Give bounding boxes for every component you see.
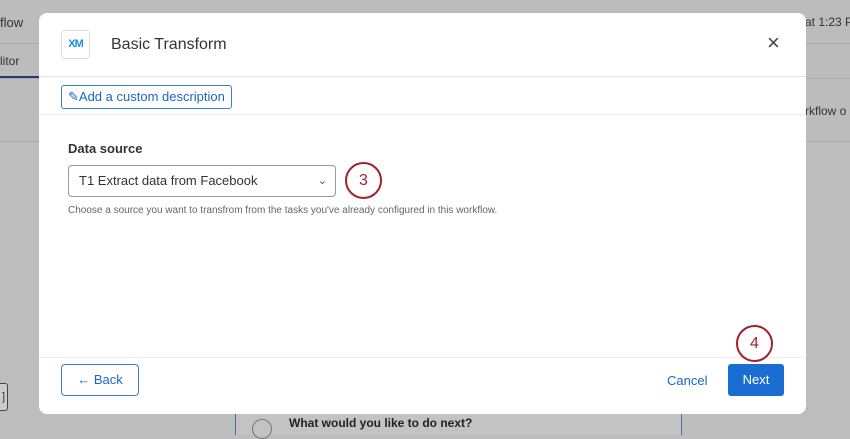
chevron-down-icon: ⌄ <box>317 175 327 187</box>
xm-logo: XM <box>61 30 90 59</box>
app-title-fragment: flow <box>0 15 24 30</box>
data-source-label: Data source <box>68 141 143 156</box>
add-description-button[interactable]: ✎Add a custom description <box>61 85 232 109</box>
modal-body: Data source T1 Extract data from Faceboo… <box>39 115 806 358</box>
add-step-icon <box>252 419 272 439</box>
next-button[interactable]: Next <box>728 364 784 396</box>
active-tab-indicator <box>0 76 40 78</box>
modal-title: Basic Transform <box>111 36 227 53</box>
modal-header: XM Basic Transform × <box>39 13 806 77</box>
basic-transform-modal: XM Basic Transform × ✎Add a custom descr… <box>39 13 806 414</box>
data-source-help: Choose a source you want to transfrom fr… <box>68 205 498 216</box>
step-annotation-4: 4 <box>736 325 773 362</box>
close-icon[interactable]: × <box>767 32 780 54</box>
back-button[interactable]: ← Back <box>61 364 139 396</box>
fit-view-icon[interactable]: ] <box>0 383 8 411</box>
workflow-text: rkflow o <box>805 104 847 118</box>
data-source-value: T1 Extract data from Facebook <box>79 173 258 188</box>
step-annotation-3: 3 <box>345 162 382 199</box>
back-label: Back <box>93 372 123 387</box>
tab-editor[interactable]: litor <box>0 54 19 68</box>
edit-icon: ✎ <box>68 89 79 104</box>
next-step-prompt: What would you like to do next? <box>289 416 473 430</box>
arrow-left-icon: ← <box>77 372 94 387</box>
data-source-select[interactable]: T1 Extract data from Facebook ⌄ <box>68 165 336 197</box>
cancel-button[interactable]: Cancel <box>667 373 707 388</box>
saved-timestamp: at 1:23 P <box>805 15 850 29</box>
description-row: ✎Add a custom description <box>39 77 806 115</box>
add-description-label: Add a custom description <box>78 89 225 104</box>
